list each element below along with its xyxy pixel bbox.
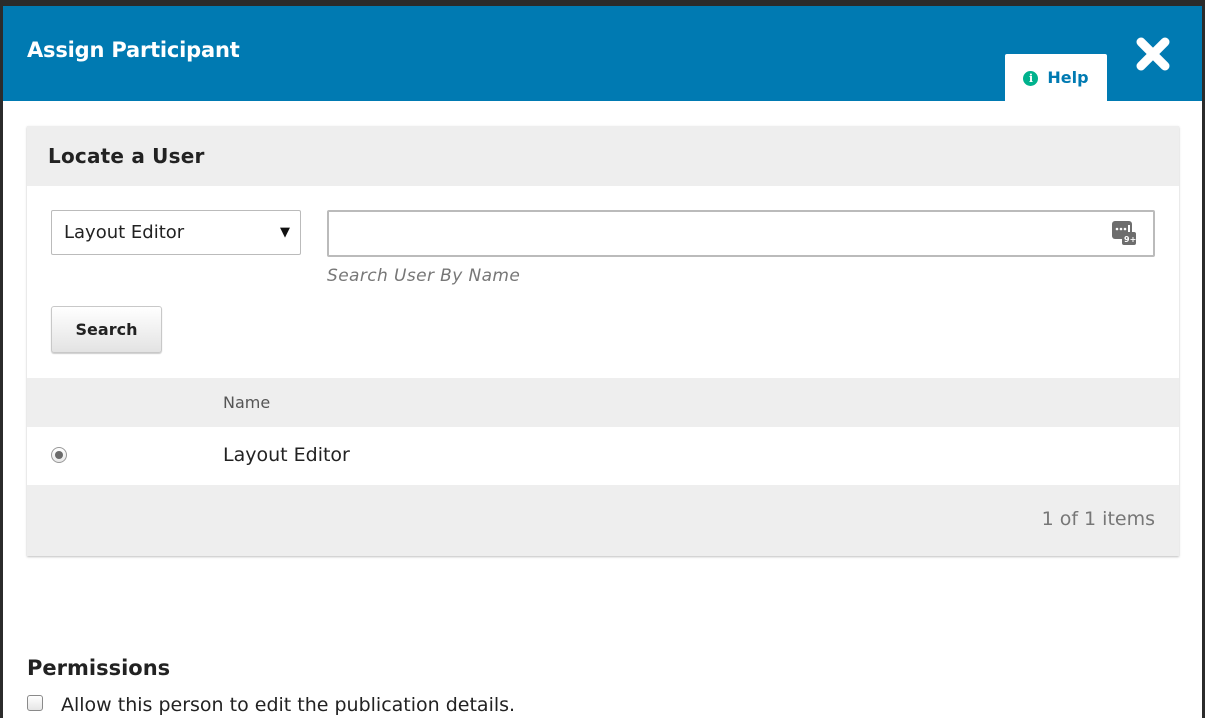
svg-text:9+: 9+ (1124, 235, 1136, 244)
permissions-title: Permissions (27, 656, 171, 680)
search-name-field[interactable]: 9+ (327, 210, 1155, 257)
row-user-name: Layout Editor (223, 444, 350, 466)
search-hint: Search User By Name (327, 266, 521, 286)
locate-user-header: Locate a User (27, 126, 1179, 186)
grid-header: Name (27, 378, 1179, 427)
close-button[interactable] (1133, 34, 1173, 74)
role-select-value: Layout Editor (64, 222, 185, 243)
info-circle-icon: i (1023, 70, 1039, 86)
chevron-down-icon: ▼ (280, 225, 290, 240)
role-select[interactable]: Layout Editor ▼ (51, 210, 301, 255)
close-x-icon (1136, 37, 1170, 71)
user-radio-button[interactable] (51, 447, 67, 463)
modal-title: Assign Participant (27, 38, 240, 62)
modal-header: Assign Participant i Help (3, 6, 1202, 101)
column-header-name: Name (223, 393, 271, 412)
locate-user-panel: Locate a User Layout Editor ▼ 9+ Search … (27, 126, 1179, 556)
grid-footer: 1 of 1 items (27, 485, 1179, 556)
edit-publication-checkbox[interactable] (27, 695, 43, 711)
help-tab[interactable]: i Help (1005, 54, 1107, 101)
help-label: Help (1047, 68, 1089, 87)
table-row[interactable]: Layout Editor (27, 427, 1179, 485)
search-input[interactable] (337, 220, 1101, 248)
keyboard-icon[interactable]: 9+ (1111, 220, 1137, 246)
edit-publication-label: Allow this person to edit the publicatio… (61, 694, 516, 716)
assign-participant-modal: Assign Participant i Help Locate a User … (3, 6, 1202, 718)
search-button[interactable]: Search (51, 306, 162, 353)
item-count: 1 of 1 items (1041, 508, 1155, 530)
locate-user-title: Locate a User (48, 144, 205, 168)
